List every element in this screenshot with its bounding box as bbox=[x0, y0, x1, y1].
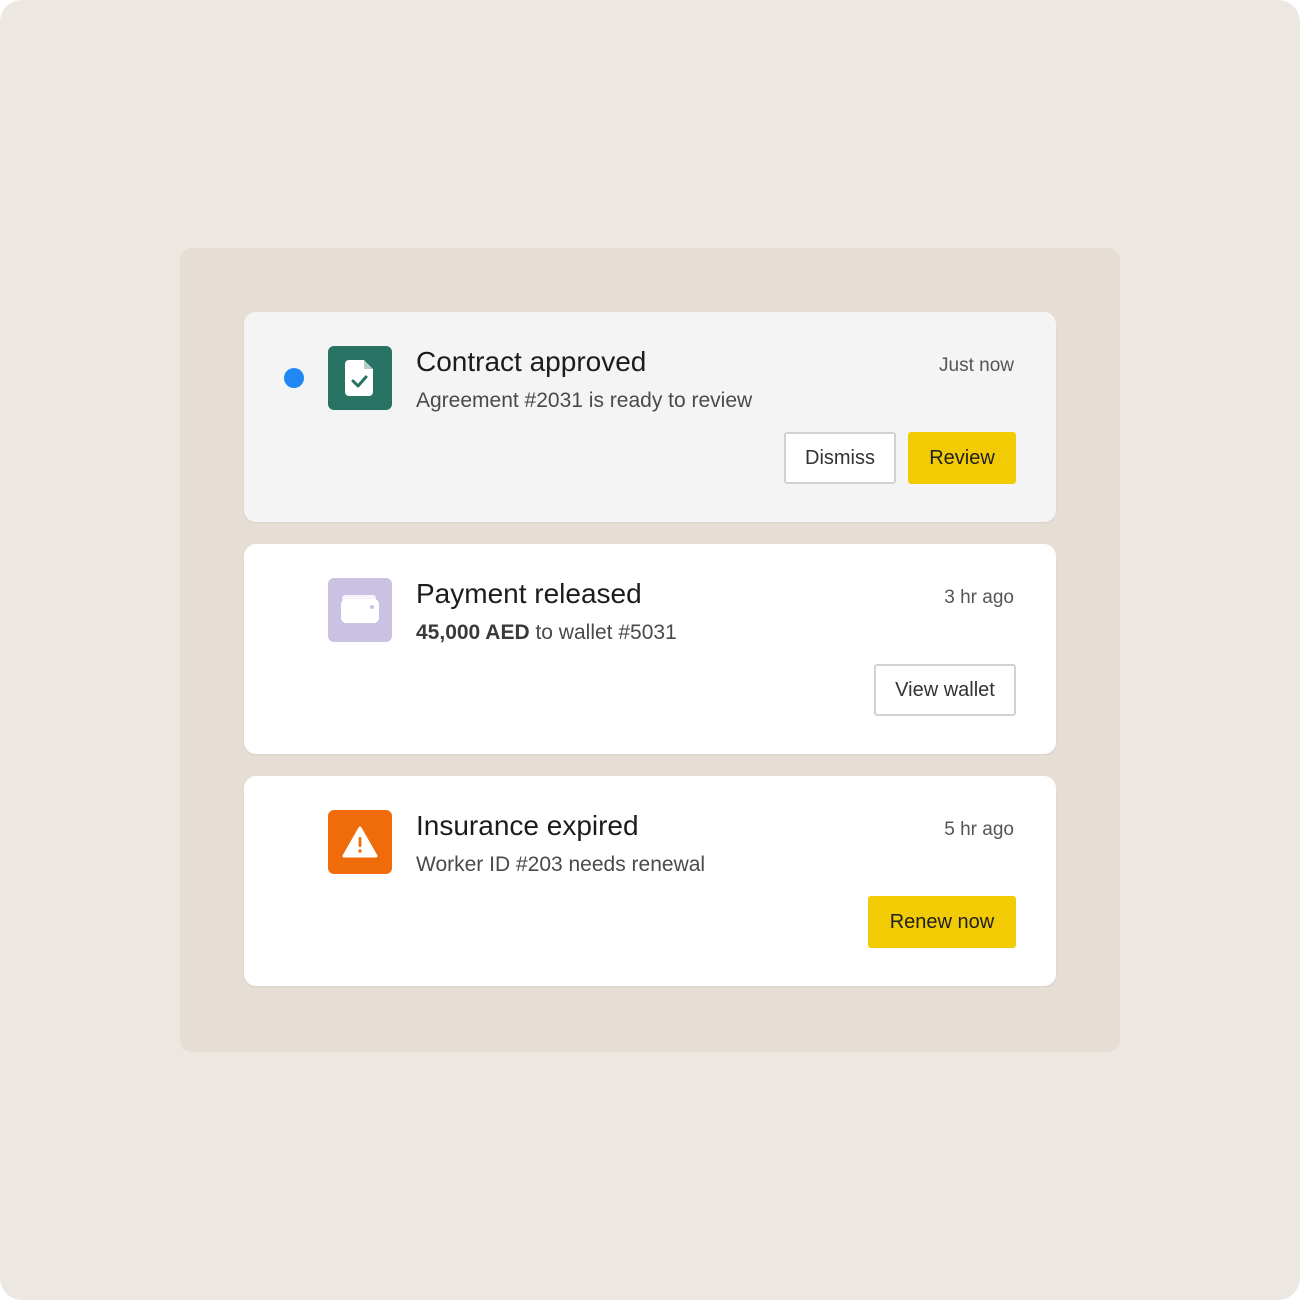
view-wallet-button[interactable]: View wallet bbox=[874, 664, 1016, 716]
notification-timestamp: 5 hr ago bbox=[944, 819, 1014, 840]
notification-panel: Contract approved Agreement #2031 is rea… bbox=[180, 248, 1120, 1052]
review-button[interactable]: Review bbox=[908, 432, 1016, 484]
payment-destination: to wallet #5031 bbox=[529, 621, 677, 644]
notification-card-payment[interactable]: Payment released 45,000 AED to wallet #5… bbox=[244, 544, 1056, 754]
notification-title: Contract approved bbox=[416, 346, 647, 377]
notification-description: Worker ID #203 needs renewal bbox=[416, 853, 706, 876]
notification-timestamp: 3 hr ago bbox=[944, 587, 1014, 608]
page-background: Contract approved Agreement #2031 is rea… bbox=[0, 0, 1300, 1300]
dismiss-button[interactable]: Dismiss bbox=[784, 432, 896, 484]
notification-title: Payment released bbox=[416, 578, 642, 609]
notification-timestamp: Just now bbox=[939, 355, 1014, 376]
notification-card-insurance[interactable]: Insurance expired Worker ID #203 needs r… bbox=[244, 776, 1056, 986]
notification-card-contract[interactable]: Contract approved Agreement #2031 is rea… bbox=[244, 312, 1056, 522]
document-check-icon bbox=[328, 346, 392, 410]
wallet-icon bbox=[328, 578, 392, 642]
notification-description: Agreement #2031 is ready to review bbox=[416, 389, 753, 412]
warning-icon bbox=[328, 810, 392, 874]
notification-title: Insurance expired bbox=[416, 810, 639, 841]
renew-now-button[interactable]: Renew now bbox=[868, 896, 1016, 948]
notification-description: 45,000 AED to wallet #5031 bbox=[416, 620, 677, 646]
unread-indicator bbox=[284, 368, 304, 388]
payment-amount: 45,000 AED bbox=[416, 621, 530, 644]
